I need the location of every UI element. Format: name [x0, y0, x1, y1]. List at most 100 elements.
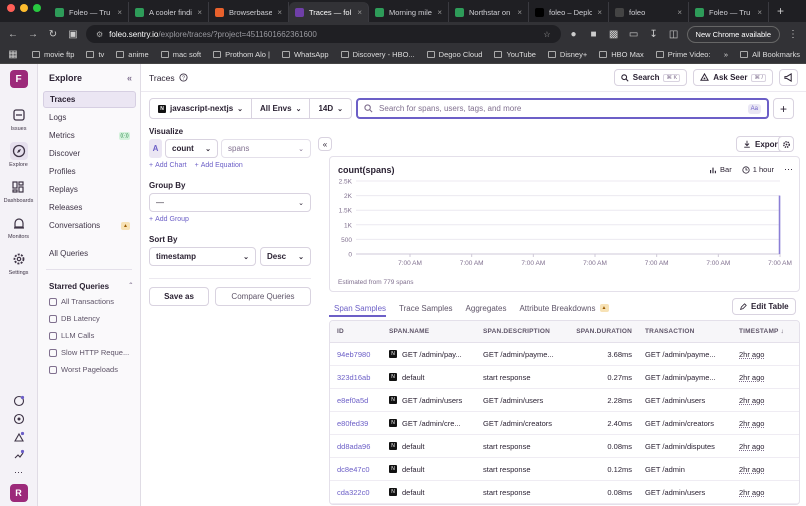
edit-table-button[interactable]: Edit Table [732, 298, 796, 315]
split-view-icon[interactable]: ◫ [667, 27, 681, 41]
org-avatar[interactable]: F [9, 70, 28, 88]
date-range-selector[interactable]: 14D ⌄ [310, 98, 353, 119]
timestamp-value[interactable]: 2hr ago [739, 419, 764, 428]
rail-item-explore[interactable]: Explore [9, 142, 28, 168]
aggregate-field-select[interactable]: spans ⌄ [221, 139, 311, 158]
whats-new-icon[interactable] [13, 449, 25, 461]
table-row[interactable]: 323d16ab Ndefault start response 0.27ms GET … [330, 366, 799, 389]
reload-icon[interactable]: ↻ [46, 27, 60, 41]
subnav-item-profiles[interactable]: Profiles [43, 163, 136, 180]
table-row[interactable]: e80fed39 N GET /admin/cre... GET /admin/cre… [330, 412, 799, 435]
bookmark-item[interactable]: movie ftp [32, 50, 74, 59]
download-icon[interactable]: ↧ [647, 27, 661, 41]
rail-item-monitors[interactable]: Monitors [8, 214, 29, 240]
ask-seer-button[interactable]: Ask Seer ⌘ / [693, 69, 773, 86]
starred-query-item[interactable]: Worst Pageloads [38, 362, 140, 377]
column-header-span-duration[interactable]: SPAN.DURATION [570, 328, 638, 335]
timestamp-value[interactable]: 2hr ago [739, 396, 764, 405]
close-tab-icon[interactable]: × [677, 8, 682, 17]
span-id-link[interactable]: cda322c0 [330, 488, 382, 497]
browser-tab[interactable]: A cooler findi × [129, 2, 209, 22]
bookmark-item[interactable]: Disney+ [547, 50, 587, 59]
broadcast-icon[interactable] [13, 413, 25, 425]
column-header-span-description[interactable]: SPAN.DESCRIPTION [476, 328, 570, 335]
sort-field-select[interactable]: timestamp ⌄ [149, 247, 256, 266]
group-by-select[interactable]: — ⌄ [149, 193, 311, 212]
case-sensitive-toggle[interactable]: Aa [747, 103, 761, 114]
extension-icon[interactable]: ■ [587, 27, 601, 41]
save-as-button[interactable]: Save as [149, 287, 209, 306]
span-search-input[interactable]: Search for spans, users, tags, and more … [356, 98, 769, 119]
bookmark-item[interactable]: mac soft [160, 50, 201, 59]
rail-item-dashboards[interactable]: Dashboards [4, 178, 33, 204]
site-info-icon[interactable]: ⚙ [96, 30, 103, 39]
table-row[interactable]: dd8ada96 Ndefault start response 0.08ms GET … [330, 435, 799, 458]
forward-icon[interactable]: → [26, 27, 40, 41]
starred-query-item[interactable]: DB Latency [38, 311, 140, 326]
span-id-link[interactable]: e80fed39 [330, 419, 382, 428]
chart-bar[interactable] [778, 195, 781, 254]
starred-query-item[interactable]: LLM Calls [38, 328, 140, 343]
bookmark-item[interactable]: Degoo Cloud [426, 50, 482, 59]
browser-tab[interactable]: Northstar on × [449, 2, 529, 22]
bookmark-item[interactable]: HBO Max [599, 50, 644, 59]
close-window-button[interactable] [7, 4, 15, 12]
close-tab-icon[interactable]: × [357, 8, 362, 17]
add-group-button[interactable]: + Add Group [149, 216, 311, 223]
bookmark-item[interactable]: anime [116, 50, 149, 59]
aggregate-function-select[interactable]: count ⌄ [165, 139, 218, 158]
subnav-item-releases[interactable]: Releases [43, 199, 136, 216]
add-equation-button[interactable]: + Add Equation [195, 162, 243, 169]
puzzle-icon[interactable]: ▩ [607, 27, 621, 41]
span-id-link[interactable]: 323d16ab [330, 373, 382, 382]
starred-query-item[interactable]: All Transactions [38, 294, 140, 309]
more-options-icon[interactable]: ⋯ [784, 164, 793, 175]
table-row[interactable]: e8ef0a5d N GET /admin/users GET /admin/user… [330, 389, 799, 412]
help-icon[interactable] [13, 395, 25, 407]
chart-type-selector[interactable]: Bar [709, 165, 732, 174]
menu-icon[interactable]: ⋮ [786, 27, 800, 41]
results-tab[interactable]: Aggregates [466, 304, 507, 313]
subnav-item-logs[interactable]: Logs [43, 109, 136, 126]
bookmark-item[interactable]: tv [86, 50, 104, 59]
add-query-button[interactable]: + [773, 98, 794, 119]
span-id-link[interactable]: 94eb7980 [330, 350, 382, 359]
close-tab-icon[interactable]: × [437, 8, 442, 17]
span-id-link[interactable]: dc8e47c0 [330, 465, 382, 474]
table-row[interactable]: cda322c0 Ndefault start response 0.08ms GET … [330, 481, 799, 504]
extension-icon[interactable]: ● [567, 27, 581, 41]
browser-tab[interactable]: Traces — fol × [289, 2, 369, 22]
browser-tab[interactable]: foleo × [609, 2, 689, 22]
search-button[interactable]: Search ⌘ K [613, 69, 688, 86]
address-bar[interactable]: ⚙ foleo.sentry.io/explore/traces/?projec… [86, 25, 561, 43]
settings-button[interactable] [778, 136, 794, 152]
close-tab-icon[interactable]: × [197, 8, 202, 17]
subnav-item-replays[interactable]: Replays [43, 181, 136, 198]
close-tab-icon[interactable]: × [277, 8, 282, 17]
cast-icon[interactable]: ▭ [627, 27, 641, 41]
timestamp-value[interactable]: 2hr ago [739, 465, 764, 474]
browser-tab[interactable]: foleo – Deplo × [529, 2, 609, 22]
rail-item-settings[interactable]: Settings [9, 250, 28, 276]
bookmark-star-icon[interactable]: ☆ [543, 30, 550, 39]
help-question-icon[interactable]: ? [179, 73, 188, 82]
timestamp-value[interactable]: 2hr ago [739, 350, 764, 359]
close-tab-icon[interactable]: × [597, 8, 602, 17]
browser-tab[interactable]: Foleo — Tru × [49, 2, 129, 22]
subnav-item-traces[interactable]: Traces [43, 91, 136, 108]
close-tab-icon[interactable]: × [757, 8, 762, 17]
results-tab[interactable]: Trace Samples [399, 304, 453, 313]
close-tab-icon[interactable]: × [517, 8, 522, 17]
span-count-chart[interactable]: 2.5K 2K 1.5K 1K 500 0 7:00 AM 7:00 AM 7:00 AM 7:0… [330, 175, 799, 275]
sidebar-toggle-icon[interactable]: ▣ [66, 27, 80, 41]
new-chrome-available-button[interactable]: New Chrome available [686, 25, 780, 43]
subnav-item-all-queries[interactable]: All Queries [43, 245, 136, 262]
add-chart-button[interactable]: + Add Chart [149, 162, 187, 169]
browser-tab[interactable]: Browserbase × [209, 2, 289, 22]
sort-direction-select[interactable]: Desc ⌄ [260, 247, 311, 266]
timestamp-value[interactable]: 2hr ago [739, 442, 764, 451]
environment-selector[interactable]: All Envs ⌄ [252, 98, 311, 119]
column-header-timestamp[interactable]: TIMESTAMP ↓ [732, 328, 799, 335]
timestamp-value[interactable]: 2hr ago [739, 488, 764, 497]
bookmarks-overflow-icon[interactable]: » [724, 50, 728, 59]
